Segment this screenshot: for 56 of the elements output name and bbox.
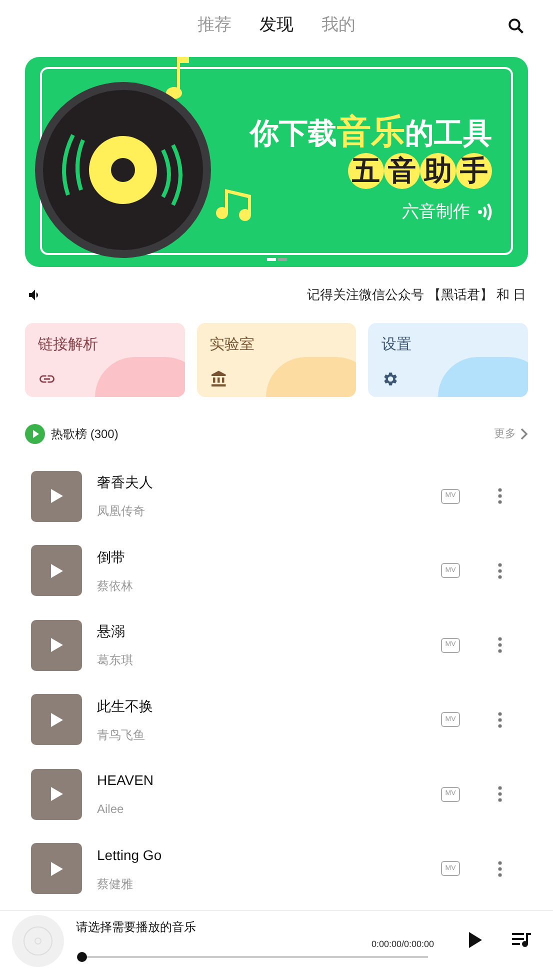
section-title: 热歌榜 (300) [51,426,118,443]
bank-icon [210,370,228,388]
chevron-right-icon [520,428,528,440]
more-vertical-icon [498,488,502,504]
play-icon [50,489,62,504]
notice-text: 记得关注微信公众号 【黑话君】 和 日 [307,286,526,304]
song-artist: 凤凰传奇 [97,503,146,520]
more-options-button[interactable] [495,860,505,878]
song-artist: 蔡依林 [97,578,134,595]
player-prompt: 请选择需要播放的音乐 [76,918,197,936]
more-vertical-icon [498,712,502,728]
song-title: HEAVEN [97,771,155,790]
playlist-button[interactable] [511,931,531,949]
banner-headline: 你下载音乐的工具 [250,115,492,149]
app-name-character: 手 [456,153,492,189]
more-vertical-icon [498,637,502,654]
app-name-character: 助 [420,153,456,189]
play-icon [50,862,62,876]
song-title: 悬溺 [97,622,126,642]
song-title: Letting Go [97,846,163,865]
song-artist: 葛东琪 [97,652,134,670]
song-artist: 蔡健雅 [97,876,134,893]
promo-banner[interactable]: 你下载音乐的工具 五 音 助 手 六音制作 [25,57,528,267]
play-button[interactable] [467,931,483,949]
song-title: 倒带 [97,548,126,567]
play-icon [50,638,62,652]
more-options-button[interactable] [495,636,505,654]
more-options-button[interactable] [495,710,505,729]
play-icon [50,564,62,578]
shortcut-card[interactable]: 链接解析 [25,323,185,397]
progress-thumb[interactable] [77,952,87,962]
more-options-button[interactable] [495,785,505,804]
player-time: 0:00:00/0:00:00 [371,938,434,951]
sound-wave-icon [478,202,492,222]
song-artist: Ailee [97,801,125,818]
more-vertical-icon [498,860,502,877]
banner-maker-text: 六音制作 [402,201,470,223]
play-icon [468,932,482,948]
more-vertical-icon [498,562,502,579]
shortcut-card[interactable]: 实验室 [196,323,356,397]
playlist-icon [512,932,530,948]
song-title: 奢香夫人 [97,473,154,492]
search-icon [507,17,525,35]
app-name-character: 音 [384,153,420,189]
shortcut-card[interactable]: 设置 [368,323,528,397]
disc-icon [12,914,64,966]
play-icon [50,712,62,727]
app-name-character: 五 [348,153,384,189]
song-artist: 青鸟飞鱼 [97,726,146,744]
more-options-button[interactable] [495,562,505,580]
play-icon [50,787,62,802]
play-circle-icon [25,424,45,444]
more-options-button[interactable] [495,487,505,506]
more-vertical-icon [498,786,502,802]
nav-tab[interactable]: 发现 [260,12,294,38]
song-title: 此生不换 [97,696,154,716]
